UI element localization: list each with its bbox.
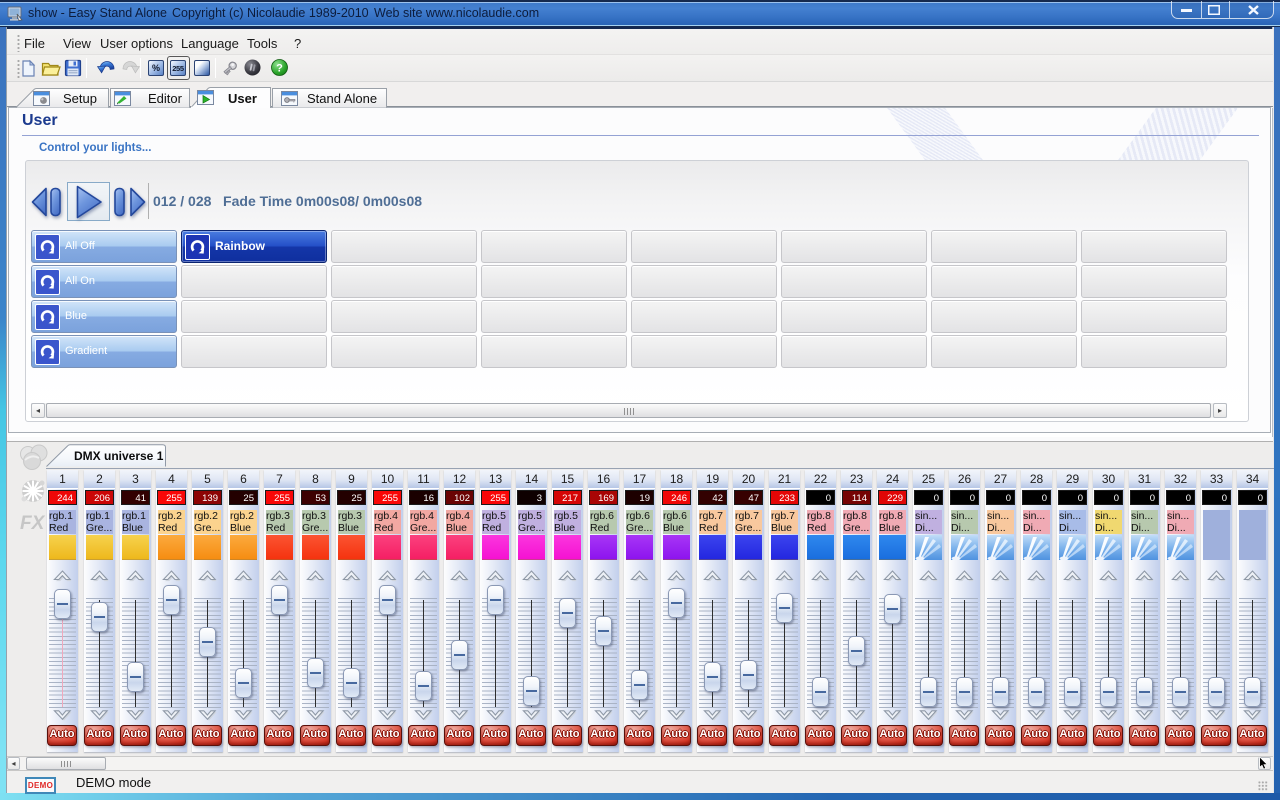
svg-text:?: ?: [276, 63, 283, 75]
